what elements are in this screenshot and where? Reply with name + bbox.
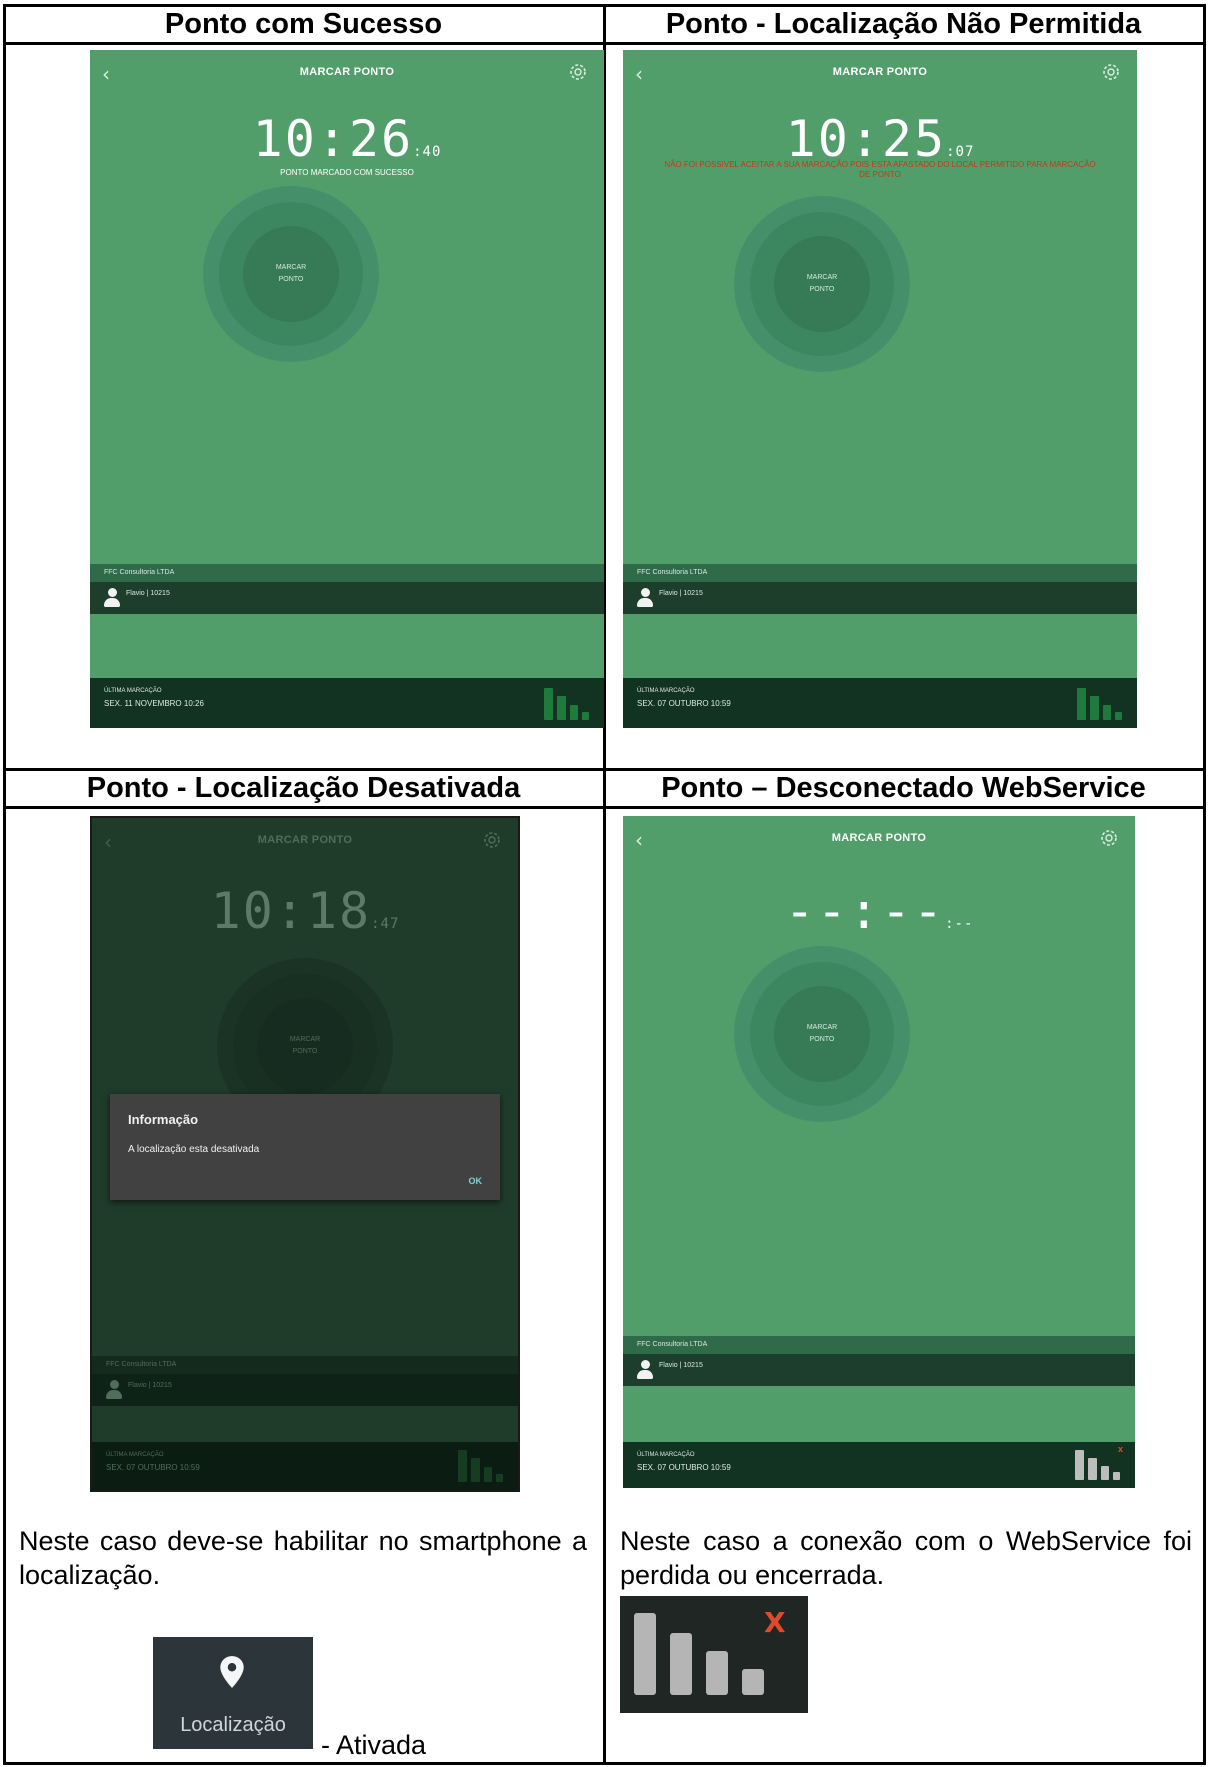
- last-mark-bar: ÚLTIMA MARCAÇÃO SEX. 07 OUTUBRO 10:59: [92, 1442, 518, 1490]
- user-name: Flavio | 10215: [128, 1382, 172, 1389]
- last-mark-value: SEX. 07 OUTUBRO 10:59: [637, 699, 731, 708]
- clock-time: 10:26: [252, 110, 414, 168]
- cell-title-desativada: Ponto - Localização Desativada: [86, 772, 521, 804]
- company-bar: FFC Consultoria LTDA: [623, 1336, 1135, 1354]
- company-bar: FFC Consultoria LTDA: [92, 1356, 518, 1374]
- last-mark-label: ÚLTIMA MARCAÇÃO: [637, 688, 695, 694]
- signal-bars-icon: [544, 686, 594, 720]
- mark-button-ring: MARCAR PONTO: [734, 946, 910, 1122]
- phone-screen-desativada: ‹ MARCAR PONTO 10:18:47 MARCAR PONTO FFC…: [90, 816, 520, 1492]
- mark-button-label-2: PONTO: [809, 286, 835, 293]
- last-mark-bar: ÚLTIMA MARCAÇÃO SEX. 07 OUTUBRO 10:59: [623, 678, 1137, 728]
- mark-button-label-2: PONTO: [809, 1036, 835, 1043]
- screen-title: MARCAR PONTO: [257, 834, 353, 846]
- screen-title: MARCAR PONTO: [831, 832, 927, 844]
- last-mark-label: ÚLTIMA MARCAÇÃO: [104, 688, 162, 694]
- user-name: Flavio | 10215: [659, 1362, 703, 1369]
- clock-display: 10:26:40: [90, 110, 604, 168]
- dialog-title: Informação: [128, 1112, 199, 1127]
- last-mark-value: SEX. 07 OUTUBRO 10:59: [637, 1463, 731, 1472]
- mark-button-label-1: MARCAR: [806, 1024, 838, 1031]
- signal-bars-icon: [458, 1448, 508, 1482]
- mark-ponto-button[interactable]: MARCAR PONTO: [257, 998, 353, 1094]
- phone-screen-desconectado: ‹ MARCAR PONTO --:--:-- MARCAR PONTO FFC…: [623, 816, 1135, 1488]
- status-message: PONTO MARCADO COM SUCESSO: [280, 168, 414, 177]
- info-dialog: Informação A localização esta desativada…: [110, 1094, 500, 1200]
- signal-bar-2: [670, 1633, 692, 1695]
- dialog-message: A localização esta desativada: [128, 1144, 260, 1155]
- mark-button-label-1: MARCAR: [289, 1036, 321, 1043]
- clock-time: 10:18: [210, 882, 372, 940]
- mark-button-label-1: MARCAR: [806, 274, 838, 281]
- mark-ponto-button[interactable]: MARCAR PONTO: [243, 226, 339, 322]
- cell-title-nao-permitida: Ponto - Localização Não Permitida: [665, 8, 1142, 40]
- screen-title: MARCAR PONTO: [832, 66, 928, 78]
- clock-seconds: :47: [371, 916, 400, 932]
- clock-time: --:--: [784, 882, 946, 940]
- document-table: Ponto com Sucesso Ponto - Localização Nã…: [3, 4, 1206, 1765]
- last-mark-bar: ÚLTIMA MARCAÇÃO SEX. 11 NOVEMBRO 10:26: [90, 678, 604, 728]
- user-name: Flavio | 10215: [126, 590, 170, 597]
- location-pin-icon: [220, 1656, 244, 1688]
- user-name: Flavio | 10215: [659, 590, 703, 597]
- mark-ponto-button[interactable]: MARCAR PONTO: [774, 986, 870, 1082]
- mark-button-ring: MARCAR PONTO: [734, 196, 910, 372]
- signal-bar-1: [634, 1613, 656, 1695]
- disconnected-signal-tile: X: [620, 1596, 808, 1713]
- signal-bar-3: [706, 1651, 728, 1695]
- location-status-ativada: - Ativada: [321, 1730, 427, 1760]
- user-bar: Flavio | 10215: [623, 1354, 1135, 1386]
- gear-icon[interactable]: [1097, 826, 1121, 850]
- last-mark-value: SEX. 07 OUTUBRO 10:59: [106, 1463, 200, 1472]
- signal-bar-4: [742, 1669, 764, 1695]
- mark-button-label-2: PONTO: [292, 1048, 318, 1055]
- location-tile-label: Localização: [180, 1714, 286, 1736]
- location-tile: Localização: [153, 1637, 313, 1749]
- cell-title-sucesso: Ponto com Sucesso: [164, 8, 443, 40]
- disconnected-x-icon: X: [764, 1606, 786, 1639]
- user-avatar-icon: [106, 1380, 122, 1400]
- mark-button-ring: MARCAR PONTO: [203, 186, 379, 362]
- gear-icon[interactable]: [1099, 60, 1123, 84]
- user-bar: Flavio | 10215: [623, 582, 1137, 614]
- mark-button-label-1: MARCAR: [275, 264, 307, 271]
- error-message: NÃO FOI POSSIVEL ACEITAR A SUA MARCAÇÃO …: [664, 160, 1096, 179]
- clock-display: --:--:--: [623, 882, 1135, 940]
- clock-seconds: :07: [946, 144, 975, 160]
- phone-screen-sucesso: ‹ MARCAR PONTO 10:26:40 PONTO MARCADO CO…: [90, 50, 604, 728]
- screen-title: MARCAR PONTO: [299, 66, 395, 78]
- mark-ponto-button[interactable]: MARCAR PONTO: [774, 236, 870, 332]
- signal-bars-icon: x: [1075, 1444, 1125, 1480]
- clock-seconds: :40: [413, 144, 442, 160]
- gear-icon[interactable]: [480, 828, 504, 852]
- note-localizacao: Neste caso deve-se habilitar no smartpho…: [19, 1526, 587, 1590]
- table-border-right: [1203, 4, 1206, 1765]
- user-avatar-icon: [104, 588, 120, 608]
- last-mark-bar: ÚLTIMA MARCAÇÃO SEX. 07 OUTUBRO 10:59 x: [623, 1442, 1135, 1488]
- last-mark-label: ÚLTIMA MARCAÇÃO: [106, 1452, 164, 1458]
- last-mark-label: ÚLTIMA MARCAÇÃO: [637, 1452, 695, 1458]
- user-bar: Flavio | 10215: [92, 1374, 518, 1406]
- table-border-bottom: [3, 1762, 1206, 1765]
- clock-display: 10:18:47: [92, 882, 518, 940]
- cell-title-desconectado: Ponto – Desconectado WebService: [661, 772, 1146, 804]
- company-bar: FFC Consultoria LTDA: [90, 564, 604, 582]
- user-avatar-icon: [637, 588, 653, 608]
- user-bar: Flavio | 10215: [90, 582, 604, 614]
- disconnected-x-icon: x: [1117, 1444, 1123, 1454]
- gear-icon[interactable]: [566, 60, 590, 84]
- table-border-header2: [3, 806, 1206, 809]
- last-mark-value: SEX. 11 NOVEMBRO 10:26: [104, 699, 204, 708]
- user-avatar-icon: [637, 1360, 653, 1380]
- dialog-ok-button[interactable]: OK: [469, 1176, 483, 1186]
- company-bar: FFC Consultoria LTDA: [623, 564, 1137, 582]
- phone-screen-nao-permitida: ‹ MARCAR PONTO 10:25:07 NÃO FOI POSSIVEL…: [623, 50, 1137, 728]
- signal-bars-icon: [1077, 686, 1127, 720]
- mark-button-label-2: PONTO: [278, 276, 304, 283]
- table-border-header1: [3, 42, 1206, 45]
- table-border-left: [3, 4, 6, 1765]
- clock-seconds: :--: [945, 916, 974, 932]
- note-webservice: Neste caso a conexão com o WebService fo…: [620, 1526, 1192, 1590]
